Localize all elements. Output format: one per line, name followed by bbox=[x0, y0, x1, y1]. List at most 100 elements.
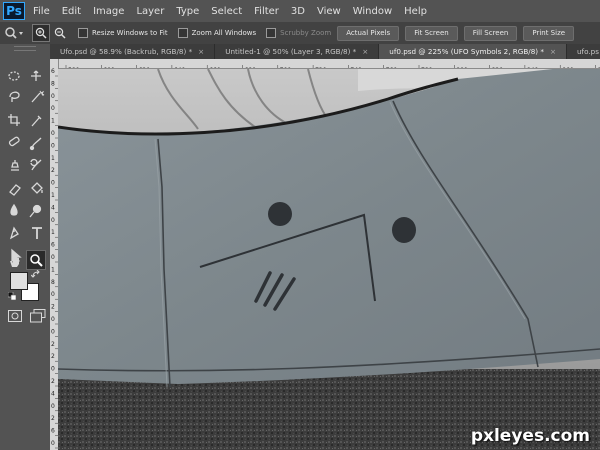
ufo-artwork bbox=[58, 69, 600, 450]
menu-edit[interactable]: Edit bbox=[62, 6, 81, 17]
ruler-label: 8 bbox=[51, 80, 55, 87]
print-size-button[interactable]: Print Size bbox=[523, 25, 575, 41]
document-canvas[interactable]: pxleyes.com bbox=[58, 69, 600, 450]
scrubby-zoom-label: Scrubby Zoom bbox=[280, 29, 332, 37]
healing-brush-icon[interactable] bbox=[8, 136, 20, 147]
eraser-icon[interactable] bbox=[9, 184, 21, 196]
menu-3d[interactable]: 3D bbox=[291, 6, 305, 17]
dodge-tool-icon[interactable] bbox=[29, 204, 42, 218]
symbol-dot-left bbox=[268, 202, 292, 226]
watermark-text: pxleyes.com bbox=[470, 426, 590, 446]
ruler-label: 8 bbox=[51, 279, 55, 286]
ruler-label: 0 bbox=[51, 180, 55, 187]
ruler-label: 2 bbox=[51, 167, 55, 174]
ruler-label: 0 bbox=[51, 93, 55, 100]
type-tool-icon[interactable] bbox=[32, 227, 42, 239]
close-icon[interactable]: × bbox=[362, 47, 368, 56]
options-bar: Resize Windows to Fit Zoom All Windows S… bbox=[0, 22, 600, 45]
magic-wand-icon[interactable] bbox=[31, 90, 45, 103]
zoom-in-button[interactable] bbox=[32, 24, 50, 42]
tab-label: Untitled-1 @ 50% (Layer 3, RGB/8) * bbox=[225, 47, 357, 56]
symbol-dot-right bbox=[392, 217, 416, 243]
tab-label: uf0.psd @ 225% (UFO Symbols 2, RGB/8) * bbox=[389, 47, 544, 56]
ruler-label: 2 bbox=[51, 378, 55, 385]
menu-view[interactable]: View bbox=[317, 6, 341, 17]
menu-bar: Ps File Edit Image Layer Type Select Fil… bbox=[0, 0, 600, 22]
default-colors-icon[interactable] bbox=[8, 292, 16, 300]
panel-grip[interactable] bbox=[14, 46, 36, 51]
vertical-ruler-ticks: 6 8 0 0 1 0 0 1 2 0 1 4 0 1 6 0 1 8 0 2 0 0 2 2 0 2 4 0 2 6 0 bbox=[51, 68, 58, 449]
tools-panel bbox=[0, 44, 51, 450]
photoshop-logo: Ps bbox=[3, 2, 25, 20]
pen-tool-icon[interactable] bbox=[9, 226, 19, 240]
marquee-tool-icon[interactable] bbox=[8, 71, 20, 81]
scrubby-zoom-checkbox[interactable]: Scrubby Zoom bbox=[266, 28, 331, 38]
zoom-in-icon bbox=[35, 27, 47, 39]
ruler-label: 0 bbox=[51, 130, 55, 137]
ruler-label: 2 bbox=[51, 304, 55, 311]
ruler-label: 1 bbox=[51, 192, 55, 199]
menu-select[interactable]: Select bbox=[211, 6, 242, 17]
menu-image[interactable]: Image bbox=[93, 6, 124, 17]
ruler-label: 1 bbox=[51, 155, 55, 162]
menu-filter[interactable]: Filter bbox=[254, 6, 279, 17]
checkbox-box[interactable] bbox=[177, 28, 188, 38]
ruler-label: 2 bbox=[51, 341, 55, 348]
brush-tool-icon[interactable] bbox=[29, 137, 42, 151]
actual-pixels-button[interactable]: Actual Pixels bbox=[337, 25, 400, 41]
ruler-label: 0 bbox=[51, 440, 55, 447]
lasso-tool-icon[interactable] bbox=[9, 91, 20, 102]
zoom-tool-icon bbox=[30, 254, 43, 267]
ruler-label: 1 bbox=[51, 266, 55, 273]
ruler-label: 0 bbox=[51, 217, 55, 224]
zoom-out-icon bbox=[54, 27, 66, 39]
resize-windows-label: Resize Windows to Fit bbox=[92, 29, 168, 37]
tab-uf0-active[interactable]: uf0.psd @ 225% (UFO Symbols 2, RGB/8) * … bbox=[379, 44, 567, 59]
tab-ufo-backrub[interactable]: Ufo.psd @ 58.9% (Backrub, RGB/8) * × bbox=[50, 44, 216, 59]
eyedropper-icon[interactable] bbox=[31, 115, 42, 127]
fill-screen-button[interactable]: Fill Screen bbox=[463, 25, 518, 41]
ruler-label: 0 bbox=[51, 328, 55, 335]
zoom-all-windows-checkbox[interactable]: Zoom All Windows bbox=[177, 28, 257, 38]
zoom-all-windows-label: Zoom All Windows bbox=[191, 29, 257, 37]
screen-mode-icon[interactable] bbox=[30, 309, 46, 323]
checkbox-box[interactable] bbox=[78, 28, 88, 38]
hand-tool[interactable] bbox=[5, 251, 25, 271]
checkbox-box[interactable] bbox=[266, 28, 277, 38]
blur-tool-icon[interactable] bbox=[10, 203, 18, 216]
close-icon[interactable]: × bbox=[198, 47, 204, 56]
ruler-label: 0 bbox=[51, 366, 55, 373]
history-brush-icon[interactable] bbox=[30, 158, 42, 171]
ruler-label: 0 bbox=[51, 316, 55, 323]
quick-mask-icon[interactable] bbox=[8, 310, 22, 322]
swap-colors-icon[interactable] bbox=[31, 270, 41, 280]
horizontal-ruler[interactable]: 5806006206406606807007207407607808008208… bbox=[58, 59, 600, 69]
move-tool-icon[interactable] bbox=[31, 70, 41, 81]
menu-file[interactable]: File bbox=[33, 6, 50, 17]
tab-untitled-1[interactable]: Untitled-1 @ 50% (Layer 3, RGB/8) * × bbox=[215, 44, 380, 59]
menu-type[interactable]: Type bbox=[176, 6, 199, 17]
ruler-label: 2 bbox=[51, 353, 55, 360]
zoom-tool[interactable] bbox=[26, 250, 46, 270]
menu-layer[interactable]: Layer bbox=[136, 6, 164, 17]
clone-stamp-icon[interactable] bbox=[11, 160, 19, 171]
zoom-out-button[interactable] bbox=[52, 25, 68, 41]
crop-tool-icon[interactable] bbox=[8, 114, 20, 126]
ruler-label: 6 bbox=[51, 428, 55, 435]
resize-windows-checkbox[interactable]: Resize Windows to Fit bbox=[78, 28, 168, 38]
tab-ufo-partial[interactable]: ufo.ps bbox=[567, 44, 600, 59]
tab-label: ufo.ps bbox=[577, 47, 599, 56]
menu-window[interactable]: Window bbox=[353, 6, 392, 17]
fit-screen-button[interactable]: Fit Screen bbox=[405, 25, 458, 41]
close-icon[interactable]: × bbox=[550, 47, 556, 56]
ruler-label: 4 bbox=[51, 204, 55, 211]
paint-bucket-icon[interactable] bbox=[31, 182, 43, 194]
ruler-label: 0 bbox=[51, 291, 55, 298]
ruler-label: 0 bbox=[51, 254, 55, 261]
menu-help[interactable]: Help bbox=[404, 6, 427, 17]
ruler-label: 0 bbox=[51, 142, 55, 149]
foreground-color-swatch[interactable] bbox=[10, 272, 28, 290]
tab-label: Ufo.psd @ 58.9% (Backrub, RGB/8) * bbox=[60, 47, 193, 56]
tool-preset-picker[interactable] bbox=[0, 24, 30, 42]
ruler-label: 0 bbox=[51, 105, 55, 112]
